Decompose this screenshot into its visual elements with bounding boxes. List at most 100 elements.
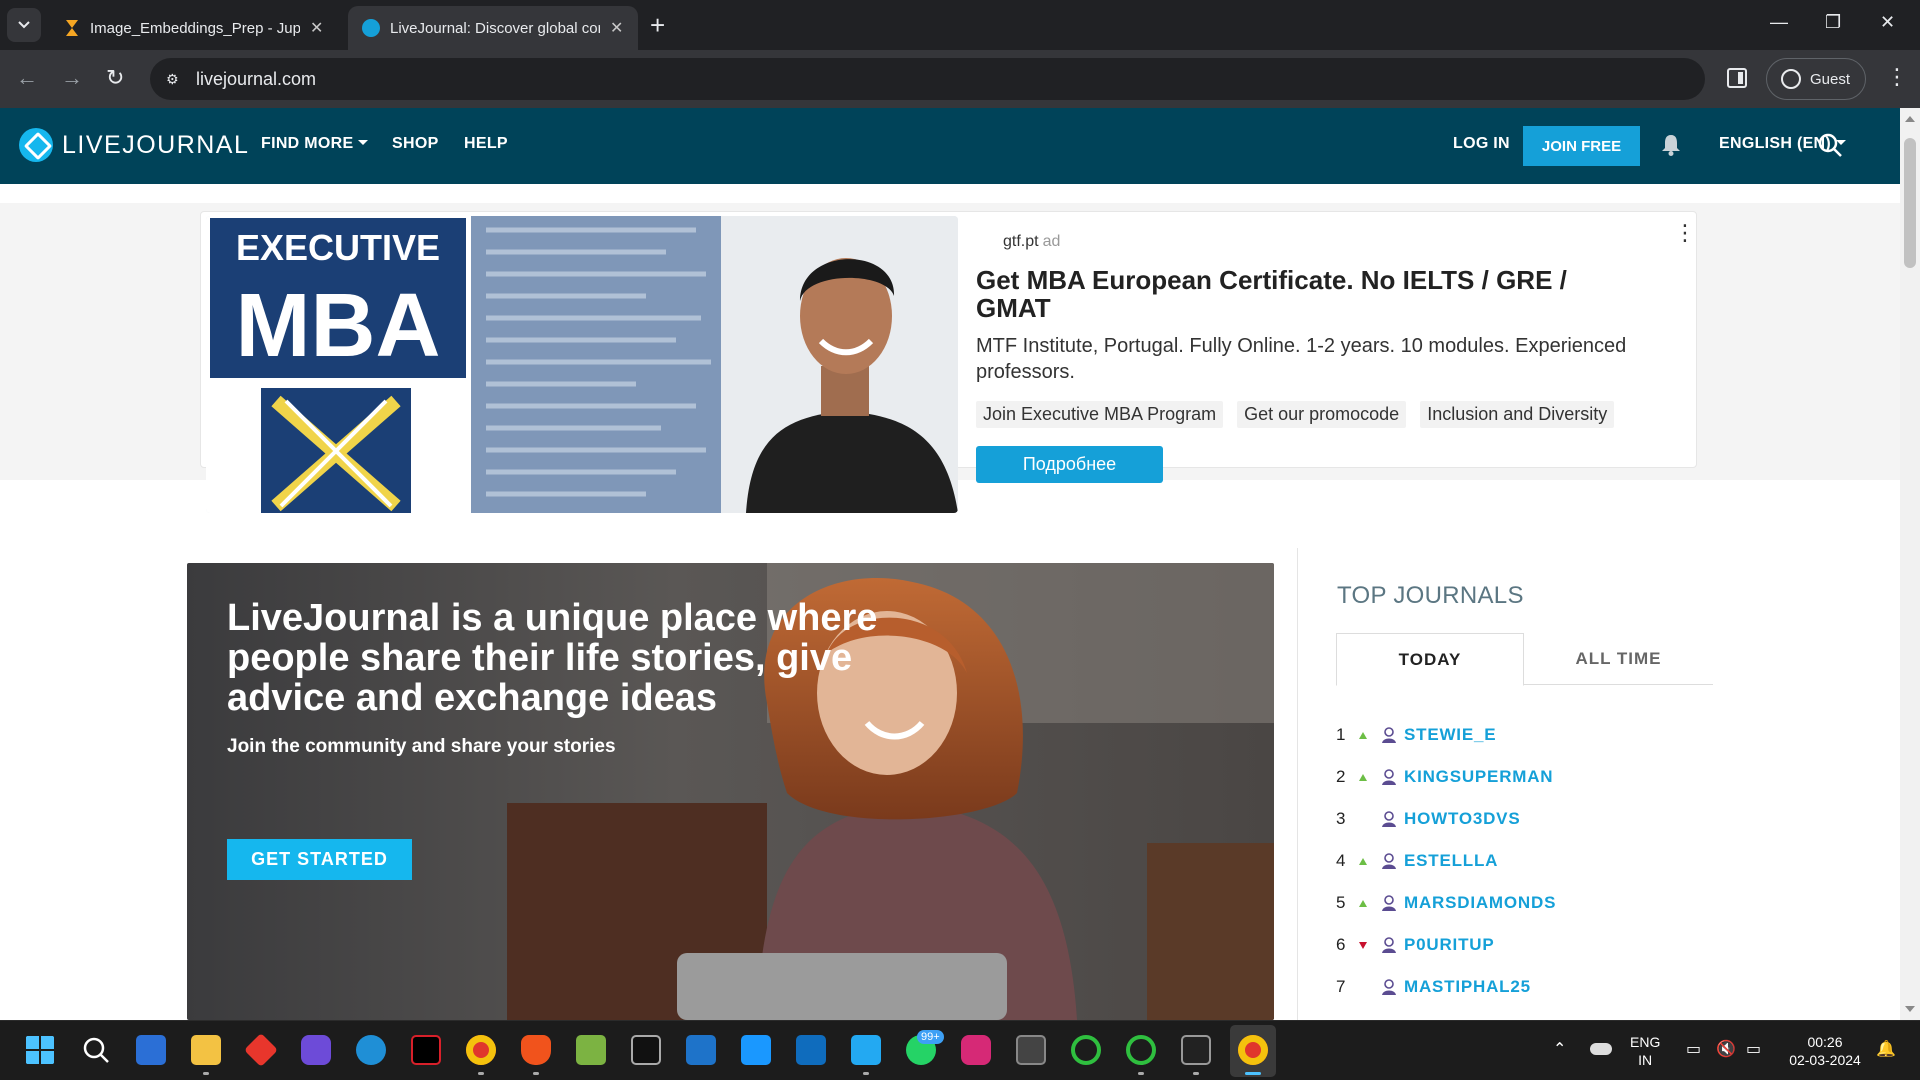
instagram-icon[interactable]	[961, 1035, 991, 1065]
hero-title: LiveJournal is a unique place where peop…	[227, 597, 878, 719]
widgets-icon[interactable]	[136, 1035, 166, 1065]
new-tab-button[interactable]: +	[650, 10, 665, 40]
minimize-icon[interactable]: —	[1770, 12, 1788, 33]
site-header: LIVEJOURNAL FIND MORE SHOP HELP LOG IN J…	[0, 108, 1900, 184]
side-panel-icon[interactable]	[1727, 68, 1747, 88]
clock[interactable]: 00:26 02-03-2024	[1780, 1033, 1870, 1069]
tab-today[interactable]: TODAY	[1336, 633, 1524, 686]
vscode-icon[interactable]	[851, 1035, 881, 1065]
ad-image-text-mba: MBA	[236, 276, 441, 376]
journal-name-link[interactable]: HOWTO3DVS	[1404, 809, 1520, 829]
site-logo[interactable]: LIVEJOURNAL	[19, 128, 249, 162]
get-started-button[interactable]: GET STARTED	[227, 839, 412, 880]
chrome-icon[interactable]	[466, 1035, 496, 1065]
scroll-up-icon[interactable]	[1905, 116, 1915, 122]
edge-icon[interactable]	[356, 1035, 386, 1065]
list-item: 1 STEWIE_E	[1336, 714, 1716, 756]
image-viewer-icon[interactable]	[576, 1035, 606, 1065]
close-window-icon[interactable]: ✕	[1880, 12, 1895, 33]
join-free-button[interactable]: JOIN FREE	[1523, 126, 1640, 166]
search-icon[interactable]	[81, 1035, 111, 1065]
app-window-icon[interactable]	[1016, 1035, 1046, 1065]
clock-time: 00:26	[1807, 1034, 1843, 1050]
login-link[interactable]: LOG IN	[1453, 135, 1510, 153]
bell-icon[interactable]	[1661, 134, 1681, 156]
netflix-icon[interactable]	[411, 1035, 441, 1065]
caret-down-icon	[358, 140, 369, 145]
ad-more-button[interactable]: Подробнее	[976, 446, 1163, 483]
language-label: ENGLISH (EN)	[1719, 135, 1832, 152]
tab-close-icon[interactable]: ✕	[310, 18, 323, 38]
address-bar[interactable]: ⚙ livejournal.com	[150, 58, 1705, 100]
site-info-icon[interactable]: ⚙	[166, 71, 186, 88]
network-icon[interactable]: ▭	[1686, 1041, 1701, 1059]
app-blue-icon[interactable]	[686, 1035, 716, 1065]
user-icon	[1382, 811, 1396, 827]
terminal-icon[interactable]	[631, 1035, 661, 1065]
journal-name-link[interactable]: ESTELLLA	[1404, 851, 1498, 871]
journal-name-link[interactable]: P0URITUP	[1404, 935, 1494, 955]
ad-title[interactable]: Get MBA European Certificate. No IELTS /…	[976, 266, 1616, 322]
trend-none	[1356, 813, 1376, 825]
trend-up-icon	[1356, 897, 1376, 909]
scrollbar-thumb[interactable]	[1904, 138, 1916, 268]
file-explorer-icon[interactable]	[191, 1035, 221, 1065]
back-arrow-icon[interactable]: ←	[16, 66, 38, 90]
hero-subtitle: Join the community and share your storie…	[227, 736, 616, 757]
restore-icon[interactable]: ❐	[1825, 12, 1841, 33]
tab-all-time[interactable]: ALL TIME	[1524, 633, 1713, 685]
nav-shop[interactable]: SHOP	[392, 135, 439, 153]
ad-options-icon[interactable]: ⋮	[1674, 220, 1696, 246]
nav-help[interactable]: HELP	[464, 135, 508, 153]
journal-name-link[interactable]: STEWIE_E	[1404, 725, 1496, 745]
notification-bell-icon[interactable]: 🔔	[1876, 1041, 1896, 1059]
ad-source[interactable]: gtf.pt ad	[1003, 233, 1060, 251]
page-scrollbar[interactable]	[1900, 108, 1920, 1020]
user-icon	[1382, 895, 1396, 911]
search-icon[interactable]	[1817, 132, 1843, 158]
journal-name-link[interactable]: KINGSUPERMAN	[1404, 767, 1553, 787]
nav-find-more[interactable]: FIND MORE	[261, 135, 369, 153]
chrome-active-icon[interactable]	[1238, 1035, 1268, 1065]
page-viewport: LIVEJOURNAL FIND MORE SHOP HELP LOG IN J…	[0, 108, 1900, 1020]
volume-muted-icon[interactable]: 🔇	[1716, 1041, 1736, 1059]
app-red-diamond-icon[interactable]	[244, 1033, 278, 1067]
running-indicator	[533, 1072, 539, 1075]
journal-name-link[interactable]: MARSDIAMONDS	[1404, 893, 1556, 913]
ad-chip[interactable]: Get our promocode	[1237, 401, 1407, 428]
ad-chip[interactable]: Inclusion and Diversity	[1420, 401, 1615, 428]
browser-tab-jupyter[interactable]: Image_Embeddings_Prep - Jupy ✕	[50, 6, 345, 50]
windows-start-icon[interactable]	[25, 1035, 55, 1065]
copilot-icon[interactable]	[301, 1035, 331, 1065]
prime-video-icon[interactable]	[741, 1035, 771, 1065]
running-indicator	[203, 1072, 209, 1075]
user-icon	[1382, 769, 1396, 785]
outlook-icon[interactable]	[796, 1035, 826, 1065]
trend-down-icon	[1356, 939, 1376, 951]
tab-close-icon[interactable]: ✕	[610, 18, 623, 38]
list-item: 2 KINGSUPERMAN	[1336, 756, 1716, 798]
onedrive-icon[interactable]	[1590, 1043, 1612, 1055]
url-text[interactable]: livejournal.com	[196, 69, 316, 90]
app-green-ring-icon[interactable]	[1071, 1035, 1101, 1065]
profile-button[interactable]: Guest	[1766, 58, 1866, 100]
battery-icon[interactable]: ▭	[1746, 1041, 1761, 1059]
windows-terminal-icon[interactable]	[1181, 1035, 1211, 1065]
tab-search-button[interactable]	[7, 8, 41, 42]
ad-chip[interactable]: Join Executive MBA Program	[976, 401, 1224, 428]
tray-chevron-up-icon[interactable]: ⌃	[1553, 1041, 1566, 1059]
journal-name-link[interactable]: MASTIPHAL25	[1404, 977, 1531, 997]
trend-up-icon	[1356, 855, 1376, 867]
browser-menu-icon[interactable]: ⋮	[1886, 64, 1908, 90]
list-item: 5 MARSDIAMONDS	[1336, 882, 1716, 924]
reload-icon[interactable]: ↻	[106, 66, 124, 90]
app-green-ring-icon[interactable]	[1126, 1035, 1156, 1065]
language-indicator[interactable]: ENG IN	[1630, 1033, 1660, 1069]
ad-image-text-executive: EXECUTIVE	[236, 227, 440, 268]
browser-tab-livejournal[interactable]: LiveJournal: Discover global cor ✕	[348, 6, 638, 50]
brave-icon[interactable]	[521, 1035, 551, 1065]
scroll-down-icon[interactable]	[1905, 1006, 1915, 1012]
hourglass-icon	[66, 20, 78, 36]
forward-arrow-icon[interactable]: →	[61, 66, 83, 90]
ad-image[interactable]: EXECUTIVE MBA	[206, 216, 958, 513]
